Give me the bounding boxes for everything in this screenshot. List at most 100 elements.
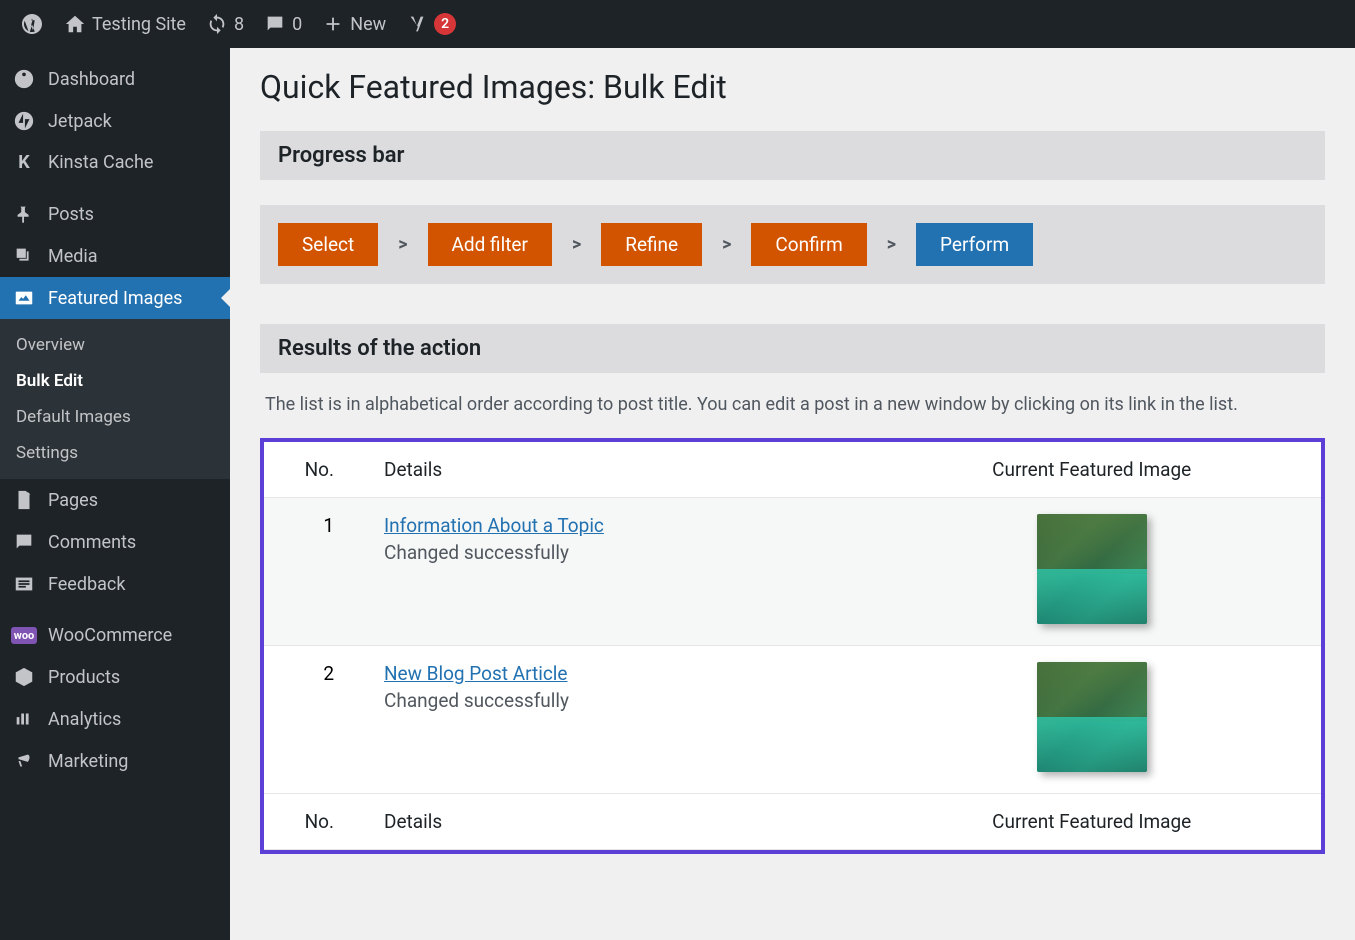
submenu-overview[interactable]: Overview — [0, 327, 230, 363]
feedback-icon — [12, 573, 36, 595]
yoast-link[interactable]: 2 — [396, 0, 466, 48]
results-table: No. Details Current Featured Image 1 Inf… — [264, 442, 1321, 850]
row-details: Information About a Topic Changed succes… — [364, 497, 862, 645]
table-row: 1 Information About a Topic Changed succ… — [264, 497, 1321, 645]
progress-steps: Select > Add filter > Refine > Confirm >… — [260, 205, 1325, 284]
sidebar-item-posts[interactable]: Posts — [0, 193, 230, 235]
pin-icon — [12, 203, 36, 225]
row-no: 2 — [264, 645, 364, 793]
step-perform[interactable]: Perform — [916, 223, 1033, 266]
results-description: The list is in alphabetical order accord… — [260, 373, 1325, 438]
dashboard-icon — [12, 68, 36, 90]
updates-link[interactable]: 8 — [196, 0, 254, 48]
comments-link[interactable]: 0 — [254, 0, 312, 48]
wordpress-icon — [20, 12, 44, 36]
new-label: New — [350, 14, 386, 35]
step-select[interactable]: Select — [278, 223, 378, 266]
sidebar-submenu: Overview Bulk Edit Default Images Settin… — [0, 319, 230, 479]
col-footer-no: No. — [264, 793, 364, 849]
col-header-details: Details — [364, 442, 862, 498]
kinsta-icon: K — [12, 152, 36, 173]
row-image-cell — [862, 645, 1321, 793]
chevron-right-icon: > — [722, 234, 731, 255]
row-status: Changed successfully — [384, 541, 842, 564]
sidebar-item-feedback[interactable]: Feedback — [0, 563, 230, 605]
yoast-icon — [406, 13, 428, 35]
step-confirm[interactable]: Confirm — [751, 223, 866, 266]
featured-image-thumb — [1037, 662, 1147, 772]
results-table-highlight: No. Details Current Featured Image 1 Inf… — [260, 438, 1325, 854]
sidebar-label: Analytics — [48, 709, 121, 730]
site-name: Testing Site — [92, 14, 186, 35]
submenu-bulk-edit[interactable]: Bulk Edit — [0, 363, 230, 399]
chevron-right-icon: > — [887, 234, 896, 255]
col-header-no: No. — [264, 442, 364, 498]
plus-icon — [322, 13, 344, 35]
comments-count: 0 — [292, 14, 302, 35]
analytics-icon — [12, 708, 36, 730]
sidebar-label: Feedback — [48, 574, 125, 595]
featured-images-icon — [12, 287, 36, 309]
sidebar-item-products[interactable]: Products — [0, 656, 230, 698]
sidebar-label: Comments — [48, 532, 136, 553]
sidebar-item-featured-images[interactable]: Featured Images — [0, 277, 230, 319]
admin-bar: Testing Site 8 0 New 2 — [0, 0, 1355, 48]
new-content-link[interactable]: New — [312, 0, 396, 48]
post-link[interactable]: Information About a Topic — [384, 514, 604, 537]
media-icon — [12, 245, 36, 267]
sidebar-item-comments[interactable]: Comments — [0, 521, 230, 563]
sidebar-item-dashboard[interactable]: Dashboard — [0, 58, 230, 100]
sidebar-label: Marketing — [48, 751, 128, 772]
sidebar-item-marketing[interactable]: Marketing — [0, 740, 230, 782]
comment-icon — [12, 531, 36, 553]
post-link[interactable]: New Blog Post Article — [384, 662, 568, 685]
col-footer-details: Details — [364, 793, 862, 849]
results-header: Results of the action — [260, 324, 1325, 373]
progress-bar-header: Progress bar — [260, 131, 1325, 180]
wp-logo[interactable] — [10, 0, 54, 48]
sidebar-label: Pages — [48, 490, 98, 511]
submenu-settings[interactable]: Settings — [0, 435, 230, 471]
sidebar-label: WooCommerce — [48, 625, 172, 646]
jetpack-icon — [12, 110, 36, 132]
page-title: Quick Featured Images: Bulk Edit — [260, 68, 1325, 106]
sidebar-label: Featured Images — [48, 288, 182, 309]
sidebar-item-jetpack[interactable]: Jetpack — [0, 100, 230, 142]
site-name-link[interactable]: Testing Site — [54, 0, 196, 48]
sidebar-label: Media — [48, 246, 98, 267]
refresh-icon — [206, 13, 228, 35]
table-row: 2 New Blog Post Article Changed successf… — [264, 645, 1321, 793]
chevron-right-icon: > — [398, 234, 407, 255]
comment-icon — [264, 13, 286, 35]
pages-icon — [12, 489, 36, 511]
sidebar-item-pages[interactable]: Pages — [0, 479, 230, 521]
row-status: Changed successfully — [384, 689, 842, 712]
featured-image-thumb — [1037, 514, 1147, 624]
step-add-filter[interactable]: Add filter — [428, 223, 552, 266]
sidebar-item-woocommerce[interactable]: woo WooCommerce — [0, 615, 230, 656]
sidebar-label: Jetpack — [48, 111, 112, 132]
woocommerce-icon: woo — [12, 627, 36, 644]
products-icon — [12, 666, 36, 688]
sidebar-label: Posts — [48, 204, 94, 225]
sidebar-item-kinsta[interactable]: K Kinsta Cache — [0, 142, 230, 183]
main-content: Quick Featured Images: Bulk Edit Progres… — [230, 48, 1355, 940]
submenu-default-images[interactable]: Default Images — [0, 399, 230, 435]
col-header-image: Current Featured Image — [862, 442, 1321, 498]
chevron-right-icon: > — [572, 234, 581, 255]
sidebar-label: Kinsta Cache — [48, 152, 153, 173]
step-refine[interactable]: Refine — [601, 223, 702, 266]
sidebar-item-media[interactable]: Media — [0, 235, 230, 277]
col-footer-image: Current Featured Image — [862, 793, 1321, 849]
marketing-icon — [12, 750, 36, 772]
row-image-cell — [862, 497, 1321, 645]
sidebar-label: Products — [48, 667, 120, 688]
row-details: New Blog Post Article Changed successful… — [364, 645, 862, 793]
home-icon — [64, 13, 86, 35]
sidebar-label: Dashboard — [48, 69, 135, 90]
admin-sidebar: Dashboard Jetpack K Kinsta Cache Posts M… — [0, 48, 230, 940]
row-no: 1 — [264, 497, 364, 645]
yoast-badge: 2 — [434, 13, 456, 35]
updates-count: 8 — [234, 14, 244, 35]
sidebar-item-analytics[interactable]: Analytics — [0, 698, 230, 740]
